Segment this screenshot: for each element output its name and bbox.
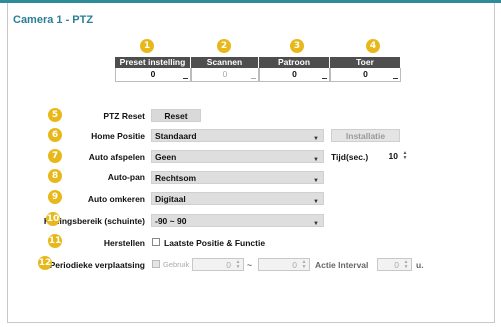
callout-12: 12 xyxy=(38,256,52,270)
interval-value: 0 xyxy=(394,260,399,270)
periodic-label: Periodieke verplaatsing xyxy=(49,260,145,270)
callout-10: 10 xyxy=(46,212,60,226)
chevron-down-icon: ▼ xyxy=(313,221,319,227)
auto-play-select[interactable]: Geen ▼ xyxy=(151,150,324,163)
ptz-reset-label: PTZ Reset xyxy=(103,111,145,121)
periodic-from-spinbox: 0 ▲ ▼ xyxy=(192,258,244,271)
tour-count-value: 0 xyxy=(363,69,368,79)
tilde-separator: ~ xyxy=(247,260,252,270)
auto-play-value: Geen xyxy=(155,152,177,162)
header-preset: Preset instelling xyxy=(115,57,190,68)
interval-label: Actie Interval xyxy=(315,260,369,270)
tilt-range-label: Hellingsbereik (schuinte) xyxy=(43,216,145,226)
spin-arrows-icon: ▲ ▼ xyxy=(403,259,409,270)
restore-label: Herstellen xyxy=(103,238,145,248)
periodic-use-checkbox xyxy=(152,260,160,268)
panel-frame xyxy=(7,3,495,323)
callout-2: 2 xyxy=(217,39,231,53)
pattern-dropdown-icon[interactable] xyxy=(322,77,327,79)
tour-count[interactable]: 0 xyxy=(330,68,401,82)
home-position-label: Home Positie xyxy=(91,131,145,141)
interval-unit: u. xyxy=(416,260,424,270)
auto-pan-value: Rechtsom xyxy=(155,173,197,183)
home-position-select[interactable]: Standaard ▼ xyxy=(151,129,324,142)
header-scan: Scannen xyxy=(191,57,258,68)
preset-count[interactable]: 0 xyxy=(115,68,191,82)
scan-count-value: 0 xyxy=(222,69,228,79)
pattern-count-value: 0 xyxy=(292,69,297,79)
tilt-range-value: -90 ~ 90 xyxy=(155,216,187,226)
header-pattern: Patroon xyxy=(259,57,329,68)
spin-arrows-icon[interactable]: ▲ ▼ xyxy=(402,151,408,161)
header-tour: Toer xyxy=(330,57,400,68)
time-value: 10 xyxy=(388,151,398,161)
tilt-range-select[interactable]: -90 ~ 90 ▼ xyxy=(151,214,324,227)
tour-dropdown-icon[interactable] xyxy=(393,77,398,79)
auto-flip-value: Digitaal xyxy=(155,194,186,204)
chevron-down-icon: ▼ xyxy=(313,199,319,205)
preset-count-value: 0 xyxy=(150,69,156,79)
auto-play-label: Auto afspelen xyxy=(88,152,145,162)
time-spinbox[interactable]: 10 ▲ ▼ xyxy=(376,150,410,163)
scan-count: 0 xyxy=(191,68,259,82)
auto-flip-label: Auto omkeren xyxy=(87,194,145,204)
callout-1: 1 xyxy=(140,39,154,53)
periodic-use-label: Gebruik xyxy=(163,260,190,269)
chevron-down-icon: ▼ xyxy=(313,178,319,184)
restore-checkbox[interactable] xyxy=(152,238,160,246)
chevron-down-icon: ▼ xyxy=(313,136,319,142)
page-title: Camera 1 - PTZ xyxy=(13,14,94,26)
callout-4: 4 xyxy=(366,39,380,53)
auto-pan-select[interactable]: Rechtsom ▼ xyxy=(151,171,324,184)
periodic-from-value: 0 xyxy=(226,260,231,270)
auto-flip-select[interactable]: Digitaal ▼ xyxy=(151,192,324,205)
periodic-to-value: 0 xyxy=(292,260,297,270)
restore-checkbox-label: Laatste Positie & Functie xyxy=(164,238,266,248)
home-position-value: Standaard xyxy=(155,131,197,141)
interval-spinbox: 0 ▲ ▼ xyxy=(377,258,412,271)
preset-dropdown-icon[interactable] xyxy=(183,77,188,79)
time-label: Tijd(sec.) xyxy=(331,152,369,162)
scan-dropdown-icon xyxy=(251,77,256,79)
chevron-down-icon: ▼ xyxy=(313,157,319,163)
auto-pan-label: Auto-pan xyxy=(107,172,145,182)
pattern-count[interactable]: 0 xyxy=(259,68,330,82)
install-button: Installatie xyxy=(331,129,400,142)
callout-3: 3 xyxy=(290,39,304,53)
ptz-reset-button[interactable]: Reset xyxy=(151,109,201,122)
periodic-to-spinbox: 0 ▲ ▼ xyxy=(258,258,310,271)
spin-arrows-icon: ▲ ▼ xyxy=(235,259,241,270)
spin-arrows-icon: ▲ ▼ xyxy=(301,259,307,270)
